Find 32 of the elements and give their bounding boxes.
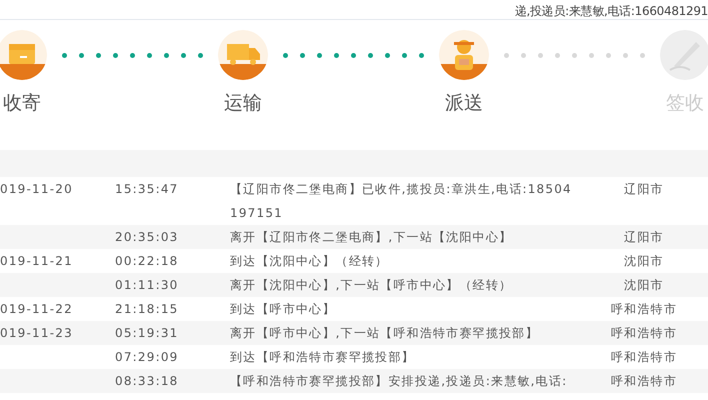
step-label: 收寄 — [3, 91, 41, 116]
city-cell: 呼和浩特市 — [611, 326, 677, 340]
date-cell: 019-11-20 — [0, 182, 73, 196]
date-cell: 019-11-22 — [0, 302, 73, 316]
tracking-event-text: 到达【沈阳中心】（经转） — [230, 254, 388, 268]
time-cell: 20:35:03 — [115, 230, 178, 244]
time-cell: 07:29:09 — [115, 350, 178, 364]
city-cell: 辽阳市 — [624, 230, 664, 244]
time-cell: 08:33:18 — [115, 374, 178, 388]
tracking-event-text: 【呼和浩特市赛罕揽投部】安排投递,投递员:来慧敏,电话: — [230, 374, 568, 388]
city-cell: 呼和浩特市 — [611, 302, 677, 316]
tracking-event-text: 离开【沈阳中心】,下一站【呼市中心】（经转） — [230, 278, 512, 292]
city-cell: 呼和浩特市 — [611, 374, 677, 388]
time-cell: 05:19:31 — [115, 326, 178, 340]
tracking-event-text: 【辽阳市佟二堡电商】已收件,揽投员:章洪生,电话:18504197151 — [230, 182, 572, 220]
city-cell: 辽阳市 — [624, 182, 664, 196]
time-cell: 21:18:15 — [115, 302, 178, 316]
courier-info-text: 递,投递员:来慧敏,电话:1660481291 — [514, 4, 708, 18]
city-cell: 沈阳市 — [624, 278, 664, 292]
time-cell: 00:22:18 — [115, 254, 178, 268]
time-cell: 01:11:30 — [115, 278, 178, 292]
tracking-event-text: 到达【呼和浩特市赛罕揽投部】 — [230, 350, 415, 364]
step-label: 运输 — [224, 91, 262, 116]
date-cell: 019-11-23 — [0, 326, 73, 340]
tracking-event-text: 离开【辽阳市佟二堡电商】,下一站【沈阳中心】 — [230, 230, 512, 244]
date-cell: 019-11-21 — [0, 254, 73, 268]
time-cell: 15:35:47 — [115, 182, 178, 196]
step-label: 派送 — [445, 91, 483, 116]
tracking-event-text: 离开【呼市中心】,下一站【呼和浩特市赛罕揽投部】 — [230, 326, 539, 340]
tracking-event-text: 到达【呼市中心】 — [230, 302, 336, 316]
city-cell: 呼和浩特市 — [611, 350, 677, 364]
city-cell: 沈阳市 — [624, 254, 664, 268]
